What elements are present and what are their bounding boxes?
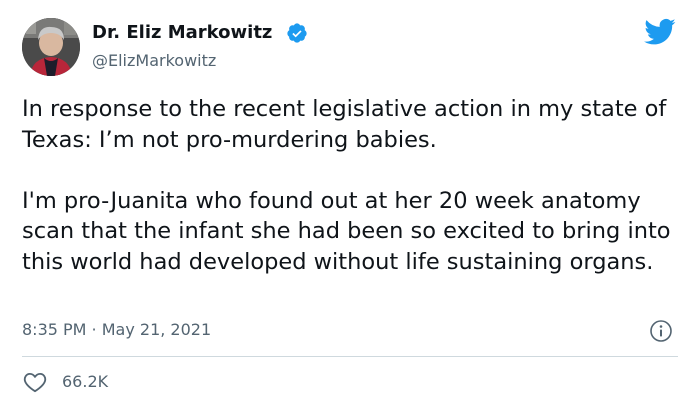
profile-photo-icon — [22, 18, 80, 76]
handle[interactable]: @ElizMarkowitz — [92, 49, 216, 73]
verified-badge-icon — [287, 23, 307, 43]
divider — [22, 356, 678, 357]
tweet-text: In response to the recent legislative ac… — [22, 94, 672, 277]
tweet-paragraph: I'm pro-Juanita who found out at her 20 … — [22, 187, 671, 275]
twitter-bird-icon[interactable] — [644, 18, 676, 46]
tweet-paragraph: In response to the recent legislative ac… — [22, 96, 667, 153]
heart-icon[interactable] — [22, 369, 48, 395]
like-button[interactable]: 66.2K — [22, 368, 108, 396]
display-name[interactable]: Dr. Eliz Markowitz — [92, 20, 272, 46]
info-icon[interactable] — [649, 319, 673, 343]
timestamp[interactable]: 8:35 PM · May 21, 2021 — [22, 318, 211, 342]
tweet-card: Dr. Eliz Markowitz @ElizMarkowitz In res… — [0, 0, 700, 410]
avatar[interactable] — [22, 18, 80, 76]
like-count: 66.2K — [62, 372, 109, 391]
